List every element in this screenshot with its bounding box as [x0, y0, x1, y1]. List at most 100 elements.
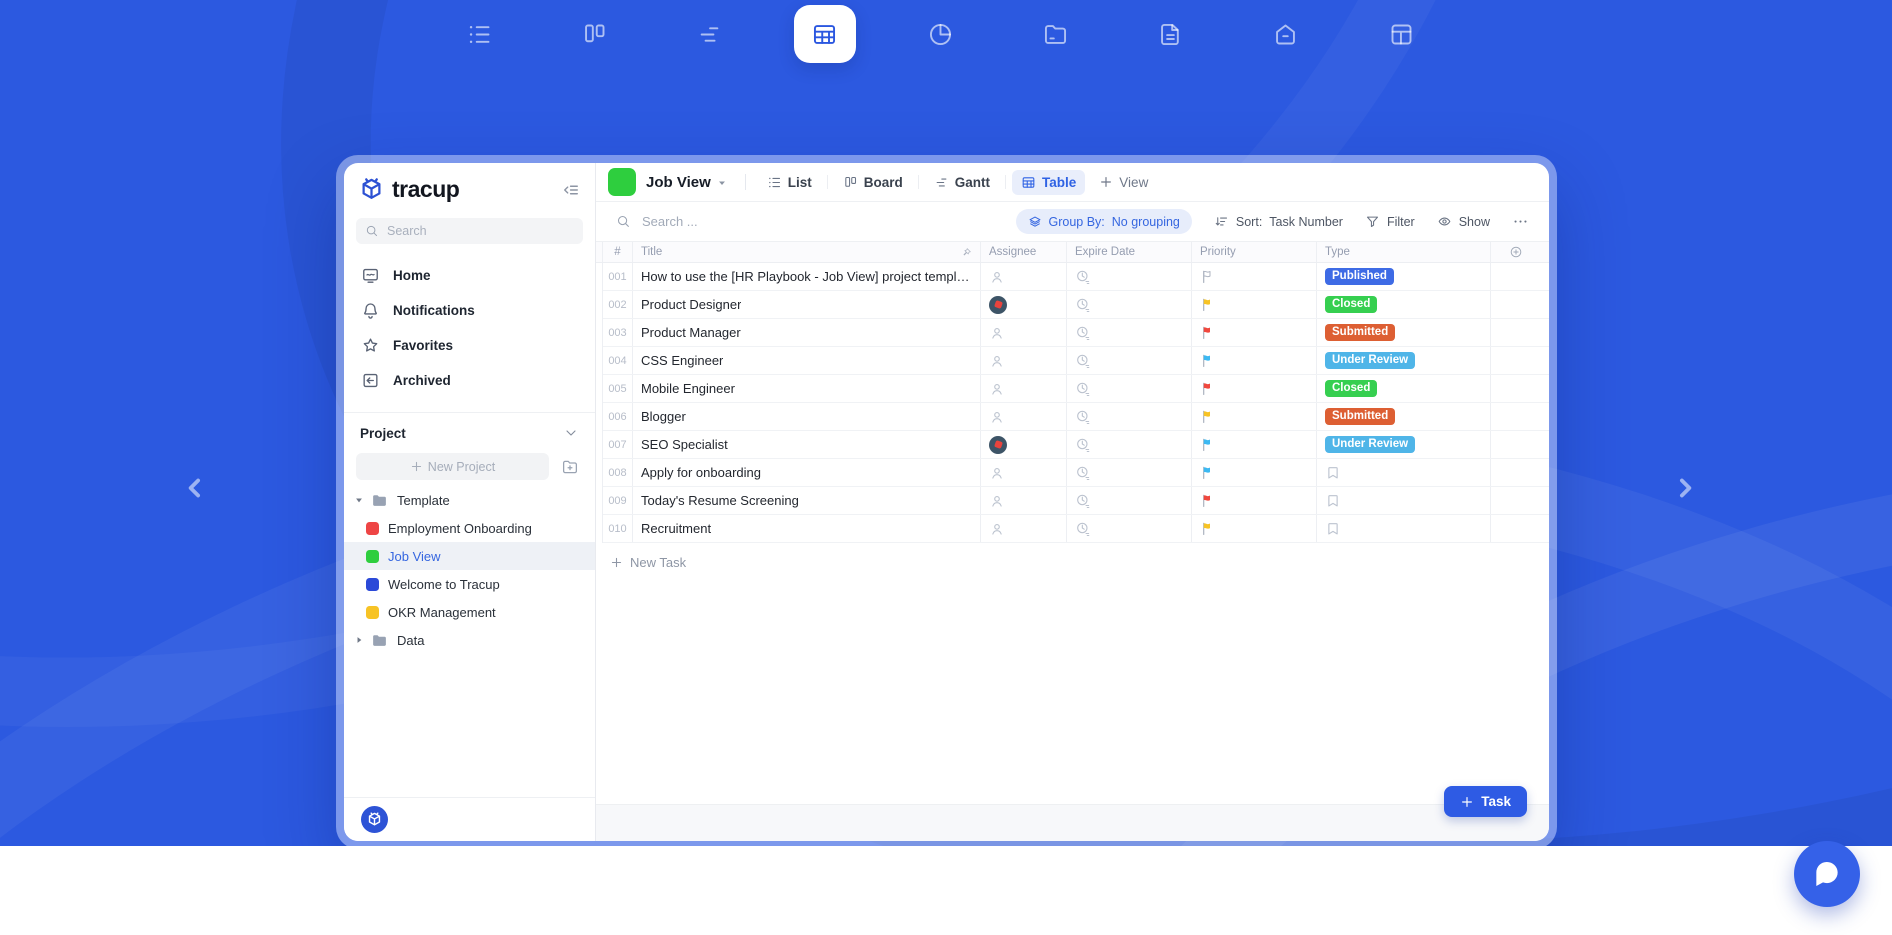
expire-date-cell[interactable] — [1067, 403, 1192, 430]
more-options-button[interactable] — [1512, 213, 1529, 230]
table-row[interactable]: 001How to use the [HR Playbook - Job Vie… — [603, 263, 1549, 291]
task-title-cell[interactable]: CSS Engineer — [633, 347, 981, 374]
table-row[interactable]: 003Product ManagerSubmitted — [603, 319, 1549, 347]
assignee-placeholder-icon[interactable] — [989, 269, 1005, 285]
task-title-cell[interactable]: Product Manager — [633, 319, 981, 346]
table-view-icon[interactable] — [794, 5, 856, 63]
sidebar-project-okr-management[interactable]: OKR Management — [344, 598, 595, 626]
chevron-down-icon[interactable] — [715, 176, 729, 190]
assignee-placeholder-icon[interactable] — [989, 325, 1005, 341]
expire-date-cell[interactable] — [1067, 375, 1192, 402]
expire-date-cell[interactable] — [1067, 515, 1192, 542]
filter-button[interactable]: Filter — [1365, 214, 1415, 229]
priority-cell[interactable] — [1192, 375, 1317, 402]
type-cell[interactable]: Under Review — [1317, 347, 1491, 374]
sort-button[interactable]: Sort: Task Number — [1214, 214, 1343, 229]
tab-table[interactable]: Table — [1012, 170, 1085, 195]
chat-widget-button[interactable] — [1794, 841, 1860, 907]
sidebar-item-favorites[interactable]: Favorites — [344, 328, 595, 363]
assignee-placeholder-icon[interactable] — [989, 381, 1005, 397]
table-row[interactable]: 002Product DesignerClosed — [603, 291, 1549, 319]
assignee-cell[interactable] — [981, 515, 1067, 542]
expire-date-cell[interactable] — [1067, 431, 1192, 458]
assignee-placeholder-icon[interactable] — [989, 493, 1005, 509]
status-badge[interactable]: Under Review — [1325, 352, 1415, 369]
expire-date-cell[interactable] — [1067, 291, 1192, 318]
type-bookmark-icon[interactable] — [1325, 493, 1341, 509]
assignee-placeholder-icon[interactable] — [989, 409, 1005, 425]
type-cell[interactable]: Published — [1317, 263, 1491, 290]
priority-flag-icon[interactable] — [1200, 381, 1215, 396]
priority-cell[interactable] — [1192, 347, 1317, 374]
type-bookmark-icon[interactable] — [1325, 465, 1341, 481]
add-view-button[interactable]: View — [1099, 175, 1148, 190]
list-view-icon[interactable] — [448, 5, 510, 63]
table-row[interactable]: 007SEO SpecialistUnder Review — [603, 431, 1549, 459]
column-header-expire-date[interactable]: Expire Date — [1067, 242, 1192, 262]
priority-flag-icon[interactable] — [1200, 269, 1215, 284]
type-cell[interactable]: Submitted — [1317, 403, 1491, 430]
sidebar-project-job-view[interactable]: Job View — [344, 542, 595, 570]
home-view-icon[interactable] — [1255, 5, 1317, 63]
priority-flag-icon[interactable] — [1200, 325, 1215, 340]
table-row[interactable]: 005Mobile EngineerClosed — [603, 375, 1549, 403]
sidebar-item-home[interactable]: Home — [344, 258, 595, 293]
type-bookmark-icon[interactable] — [1325, 521, 1341, 537]
table-row[interactable]: 010Recruitment — [603, 515, 1549, 543]
status-badge[interactable]: Closed — [1325, 380, 1377, 397]
type-cell[interactable] — [1317, 487, 1491, 514]
assignee-cell[interactable] — [981, 459, 1067, 486]
table-search-input[interactable] — [640, 213, 884, 230]
priority-flag-icon[interactable] — [1200, 521, 1215, 536]
task-title-cell[interactable]: Apply for onboarding — [633, 459, 981, 486]
column-header-num[interactable]: # — [603, 242, 633, 262]
type-cell[interactable]: Closed — [1317, 291, 1491, 318]
type-cell[interactable]: Submitted — [1317, 319, 1491, 346]
priority-cell[interactable] — [1192, 459, 1317, 486]
type-cell[interactable] — [1317, 459, 1491, 486]
priority-flag-icon[interactable] — [1200, 297, 1215, 312]
add-task-button[interactable]: Task — [1444, 786, 1527, 817]
column-header-type[interactable]: Type — [1317, 242, 1491, 262]
sidebar-search-input[interactable] — [385, 223, 574, 239]
show-button[interactable]: Show — [1437, 214, 1490, 229]
gantt-view-icon[interactable] — [679, 5, 741, 63]
table-row[interactable]: 008Apply for onboarding — [603, 459, 1549, 487]
expire-date-cell[interactable] — [1067, 459, 1192, 486]
carousel-left-button[interactable] — [178, 468, 212, 508]
task-title-cell[interactable]: Mobile Engineer — [633, 375, 981, 402]
caret-right-icon[interactable] — [352, 633, 366, 647]
assignee-placeholder-icon[interactable] — [989, 465, 1005, 481]
status-badge[interactable]: Submitted — [1325, 408, 1395, 425]
assignee-placeholder-icon[interactable] — [989, 353, 1005, 369]
priority-flag-icon[interactable] — [1200, 409, 1215, 424]
priority-cell[interactable] — [1192, 431, 1317, 458]
status-badge[interactable]: Under Review — [1325, 436, 1415, 453]
tab-board[interactable]: Board — [834, 170, 912, 195]
assignee-avatar[interactable] — [989, 436, 1007, 454]
type-cell[interactable] — [1317, 515, 1491, 542]
group-by-button[interactable]: Group By: No grouping — [1016, 209, 1192, 234]
task-title-cell[interactable]: Product Designer — [633, 291, 981, 318]
sidebar-item-notifications[interactable]: Notifications — [344, 293, 595, 328]
assignee-cell[interactable] — [981, 431, 1067, 458]
sidebar-project-welcome-to-tracup[interactable]: Welcome to Tracup — [344, 570, 595, 598]
assignee-placeholder-icon[interactable] — [989, 521, 1005, 537]
tracup-badge-button[interactable] — [361, 806, 388, 833]
layout-view-icon[interactable] — [1370, 5, 1432, 63]
priority-cell[interactable] — [1192, 319, 1317, 346]
task-title-cell[interactable]: Recruitment — [633, 515, 981, 542]
assignee-cell[interactable] — [981, 375, 1067, 402]
status-badge[interactable]: Published — [1325, 268, 1394, 285]
doc-view-icon[interactable] — [1140, 5, 1202, 63]
priority-cell[interactable] — [1192, 487, 1317, 514]
tree-folder-template[interactable]: Template — [344, 486, 595, 514]
pin-icon[interactable] — [961, 247, 972, 258]
expire-date-cell[interactable] — [1067, 487, 1192, 514]
add-column-button[interactable] — [1509, 245, 1523, 259]
sidebar-search[interactable] — [356, 218, 583, 244]
add-folder-button[interactable] — [557, 454, 583, 480]
assignee-cell[interactable] — [981, 263, 1067, 290]
type-cell[interactable]: Under Review — [1317, 431, 1491, 458]
sidebar-collapse-icon[interactable] — [561, 180, 581, 200]
